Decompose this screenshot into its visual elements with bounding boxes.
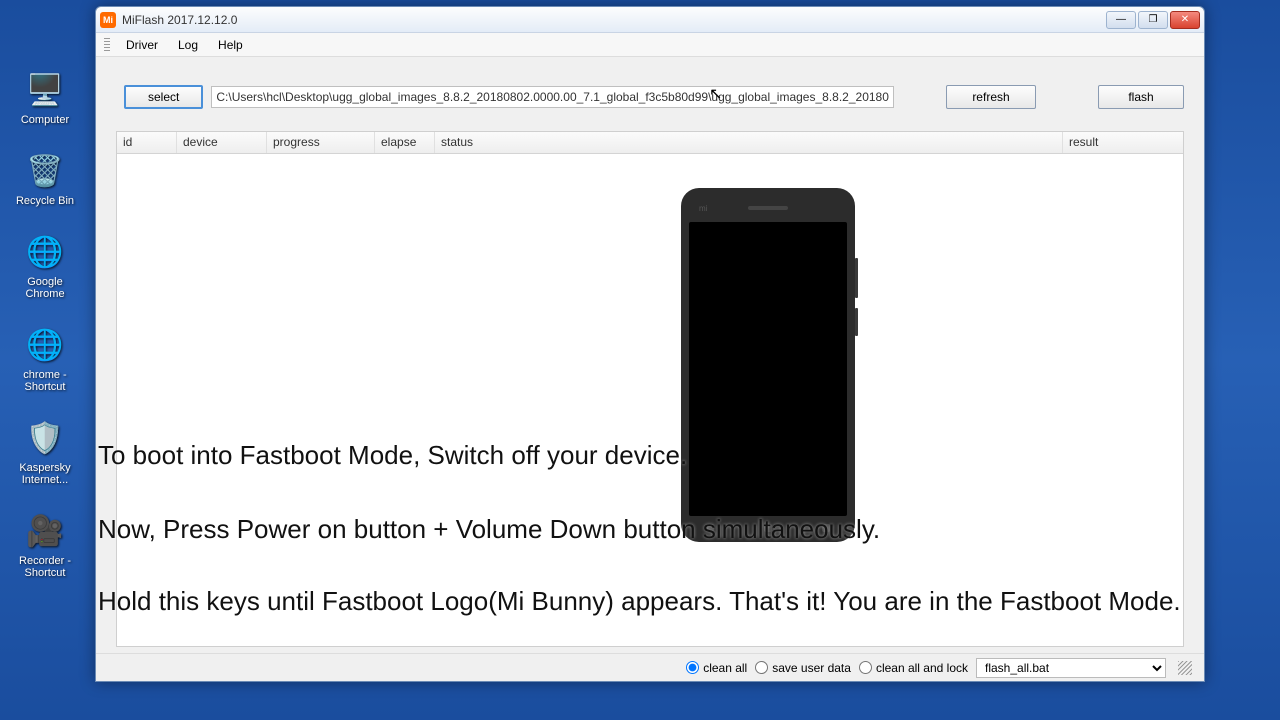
col-progress[interactable]: progress: [267, 132, 375, 153]
desktop-icon-label: chrome - Shortcut: [10, 369, 80, 393]
desktop-icon-chrome[interactable]: 🌐 Google Chrome: [10, 232, 80, 300]
radio-label: clean all and lock: [876, 661, 968, 675]
toolbar: select refresh flash: [96, 57, 1204, 121]
desktop-icon-chrome-shortcut[interactable]: 🌐 chrome - Shortcut: [10, 325, 80, 393]
radio-clean-all-and-lock-input[interactable]: [859, 661, 872, 674]
close-button[interactable]: ✕: [1170, 11, 1200, 29]
desktop-icon-label: Recorder - Shortcut: [10, 555, 80, 579]
miflash-window: Mi MiFlash 2017.12.12.0 — ❐ ✕ Driver Log…: [95, 6, 1205, 682]
phone-speaker-icon: [748, 206, 788, 210]
caption-line-2: Now, Press Power on button + Volume Down…: [98, 514, 880, 545]
phone-screen: [689, 222, 847, 516]
app-icon: Mi: [100, 12, 116, 28]
computer-icon: 🖥️: [25, 70, 65, 110]
menu-help[interactable]: Help: [210, 36, 251, 54]
desktop-icon-label: Computer: [21, 114, 69, 126]
phone-illustration: mi: [681, 188, 855, 542]
maximize-button[interactable]: ❐: [1138, 11, 1168, 29]
device-table: ↖ id device progress elapse status resul…: [116, 131, 1184, 647]
window-controls: — ❐ ✕: [1104, 11, 1200, 29]
desktop-icon-recorder[interactable]: 🎥 Recorder - Shortcut: [10, 511, 80, 579]
table-body: mi: [117, 154, 1183, 646]
caption-line-1: To boot into Fastboot Mode, Switch off y…: [98, 440, 687, 471]
desktop-icon-computer[interactable]: 🖥️ Computer: [10, 70, 80, 126]
flash-button[interactable]: flash: [1098, 85, 1184, 109]
chrome-shortcut-icon: 🌐: [25, 325, 65, 365]
radio-clean-all-and-lock[interactable]: clean all and lock: [859, 661, 968, 675]
desktop-icon-kaspersky[interactable]: 🛡️ Kaspersky Internet...: [10, 418, 80, 486]
radio-clean-all[interactable]: clean all: [686, 661, 747, 675]
menu-driver[interactable]: Driver: [118, 36, 166, 54]
desktop-icon-recycle-bin[interactable]: 🗑️ Recycle Bin: [10, 151, 80, 207]
phone-volume-icon: [855, 258, 858, 298]
desktop-icon-label: Recycle Bin: [16, 195, 74, 207]
desktop-icon-label: Kaspersky Internet...: [10, 462, 80, 486]
radio-label: save user data: [772, 661, 851, 675]
menubar: Driver Log Help: [96, 33, 1204, 57]
refresh-button[interactable]: refresh: [946, 85, 1036, 109]
recorder-icon: 🎥: [25, 511, 65, 551]
caption-line-3: Hold this keys until Fastboot Logo(Mi Bu…: [98, 586, 1181, 617]
radio-clean-all-input[interactable]: [686, 661, 699, 674]
col-device[interactable]: device: [177, 132, 267, 153]
resize-grip-icon[interactable]: [1178, 661, 1192, 675]
radio-save-user-data-input[interactable]: [755, 661, 768, 674]
col-id[interactable]: id: [117, 132, 177, 153]
rom-path-input[interactable]: [211, 86, 894, 108]
table-header: id device progress elapse status result: [117, 132, 1183, 154]
desktop-icon-label: Google Chrome: [10, 276, 80, 300]
radio-label: clean all: [703, 661, 747, 675]
footer: clean all save user data clean all and l…: [96, 653, 1204, 681]
menubar-grip-icon: [104, 38, 110, 52]
chrome-icon: 🌐: [25, 232, 65, 272]
select-button[interactable]: select: [124, 85, 203, 109]
window-title: MiFlash 2017.12.12.0: [122, 13, 237, 27]
col-result[interactable]: result: [1063, 132, 1183, 153]
col-status[interactable]: status: [435, 132, 1063, 153]
radio-save-user-data[interactable]: save user data: [755, 661, 851, 675]
titlebar[interactable]: Mi MiFlash 2017.12.12.0 — ❐ ✕: [96, 7, 1204, 33]
bat-select[interactable]: flash_all.bat: [976, 658, 1166, 678]
phone-power-icon: [855, 308, 858, 336]
col-elapse[interactable]: elapse: [375, 132, 435, 153]
recycle-bin-icon: 🗑️: [25, 151, 65, 191]
minimize-button[interactable]: —: [1106, 11, 1136, 29]
phone-brand-icon: mi: [699, 204, 707, 213]
desktop-icons: 🖥️ Computer 🗑️ Recycle Bin 🌐 Google Chro…: [10, 70, 80, 579]
kaspersky-icon: 🛡️: [25, 418, 65, 458]
menu-log[interactable]: Log: [170, 36, 206, 54]
